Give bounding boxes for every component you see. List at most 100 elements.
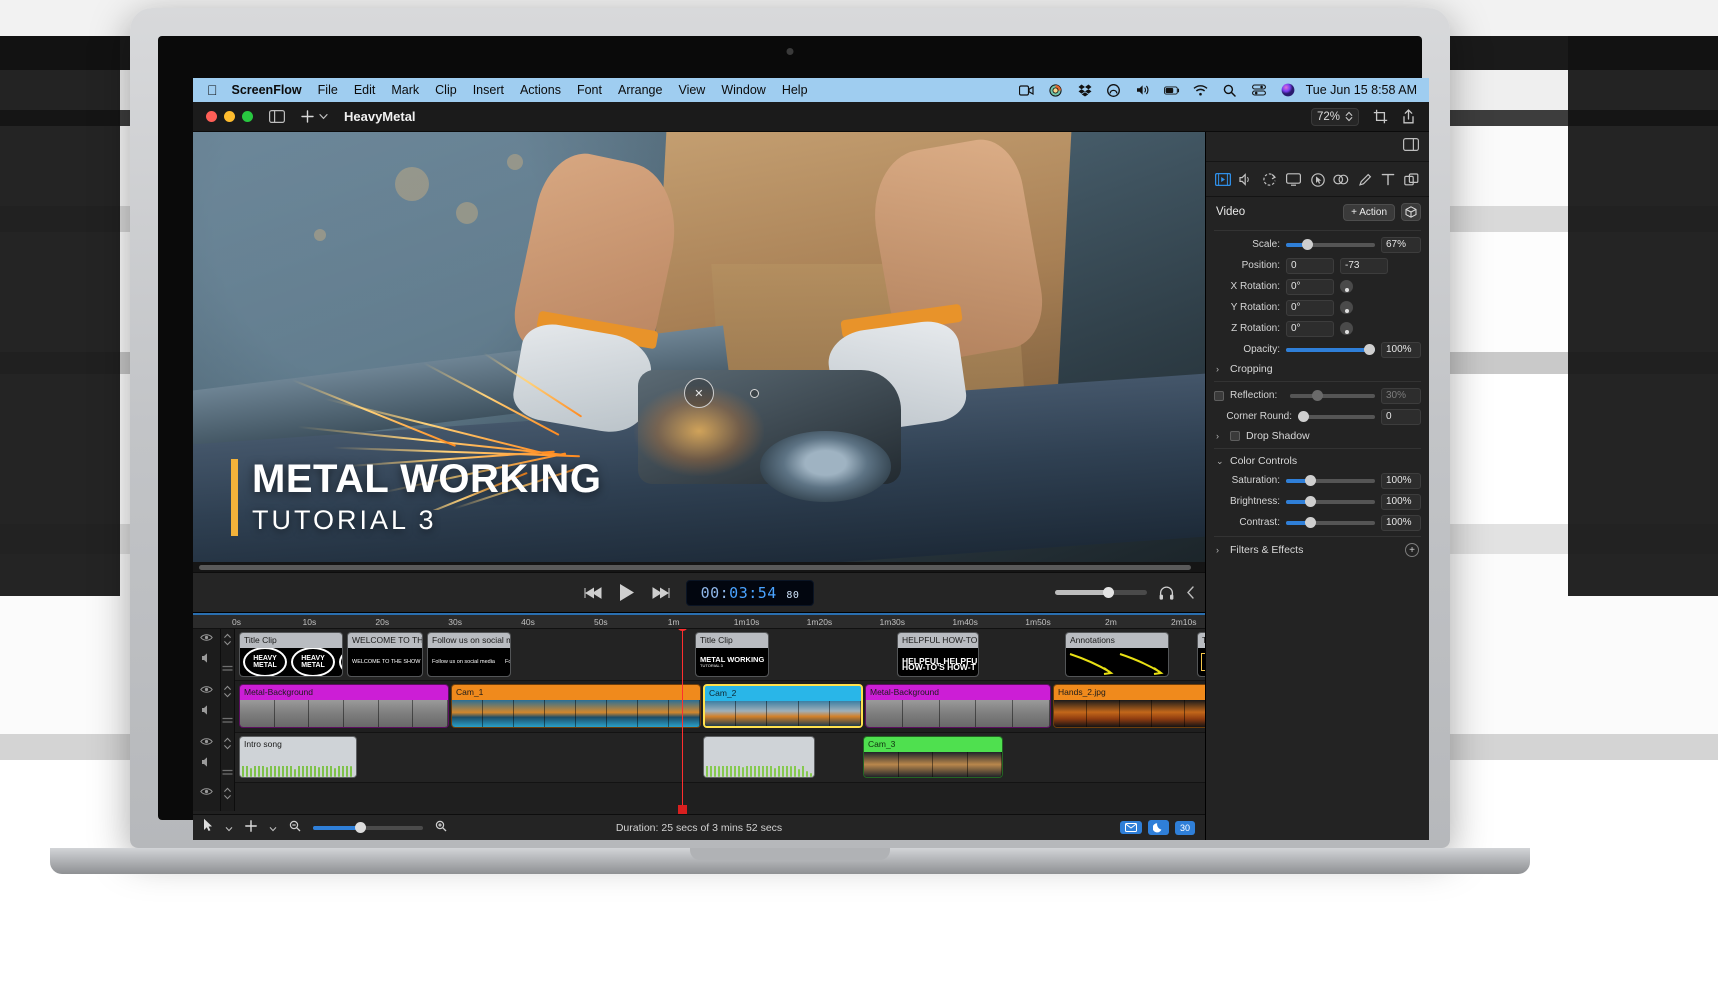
corner-round-slider[interactable] [1298,410,1375,422]
track-header[interactable] [193,733,221,783]
menu-item-font[interactable]: Font [577,83,602,97]
arrow-cursor-icon[interactable] [203,818,213,837]
plus-circle-icon[interactable]: + [1405,543,1419,557]
inspector-toggle-icon[interactable] [1403,137,1420,156]
audio-tab[interactable] [1236,169,1259,190]
title-lane[interactable]: Title Clip HEAVYMETAL HEAVYMETAL HEAVYME… [235,629,1205,681]
playhead[interactable] [677,629,688,814]
magnifier-plus-icon[interactable] [435,819,447,837]
clip-metal-background-2[interactable]: Metal-Background [865,684,1051,728]
track-controls[interactable] [221,629,235,681]
clip-audio-2[interactable] [703,736,815,778]
clip-count-badge[interactable]: 30 [1174,820,1195,835]
add-chevron-icon[interactable] [269,819,277,837]
drop-shadow-checkbox[interactable] [1230,431,1240,441]
cropping-section[interactable]: › Cropping [1206,360,1429,378]
contrast-value[interactable]: 100% [1381,514,1421,531]
cursor-tab[interactable] [1306,169,1329,190]
audio-lane[interactable]: Intro song Cam_3 [235,733,1205,783]
menu-item-help[interactable]: Help [782,83,808,97]
contrast-slider[interactable] [1286,516,1375,528]
y-rotation-knob[interactable] [1340,301,1353,314]
play-button[interactable] [618,583,636,602]
clip-intro-song[interactable]: Intro song [239,736,357,778]
menu-item-edit[interactable]: Edit [354,83,376,97]
menu-item-insert[interactable]: Insert [473,83,504,97]
maximize-button[interactable] [242,111,253,122]
pointer-chevron-icon[interactable] [225,819,233,837]
clip-follow-social[interactable]: Follow us on social m Follow us on socia… [427,632,511,677]
corner-round-value[interactable]: 0 [1381,408,1421,425]
window-controls[interactable] [193,111,253,122]
filters-effects-section[interactable]: › Filters & Effects + [1206,540,1429,560]
media-tab[interactable] [1401,169,1424,190]
screen-tab[interactable] [1283,169,1306,190]
z-rotation-knob[interactable] [1340,322,1353,335]
clip-hands-2[interactable]: Hands_2.jpg [1053,684,1205,728]
reflection-checkbox[interactable] [1214,390,1224,401]
time-machine-icon[interactable] [1048,83,1064,97]
position-x-field[interactable]: 0 [1286,257,1334,274]
creative-cloud-icon[interactable] [1106,83,1122,97]
touch-callout-tab[interactable] [1330,169,1353,190]
timeline-ruler[interactable]: 0s 10s 20s 30s 40s 50s 1m 1m10s 1m20s 1m… [193,613,1205,629]
x-rotation-knob[interactable] [1340,280,1353,293]
magnifier-minus-icon[interactable] [289,819,301,837]
move-handle-icon[interactable]: ✕ [683,378,714,409]
rotate-handle-icon[interactable] [749,389,759,399]
share-icon[interactable] [1402,109,1415,124]
video-tab[interactable] [1212,169,1235,190]
video-lane[interactable]: Metal-Background Cam_1 Cam_2 Metal-Backg… [235,681,1205,733]
brightness-value[interactable]: 100% [1381,493,1421,510]
brightness-slider[interactable] [1286,495,1375,507]
track-controls[interactable] [221,733,235,783]
preview-canvas[interactable]: ✕ METAL WORKING TUTORIAL 3 [193,132,1205,572]
clip-cam-2[interactable]: Cam_2 [703,684,863,728]
sidebar-toggle-icon[interactable] [269,110,285,123]
control-center-icon[interactable] [1251,83,1267,97]
crop-icon[interactable] [1373,109,1388,124]
dropbox-icon[interactable] [1077,83,1093,97]
add-action-button[interactable]: + Action [1343,203,1395,221]
track-header[interactable] [193,629,221,681]
search-icon[interactable] [1222,83,1238,97]
clip-title-tools[interactable]: Title Clip TOOLSOF THE TRADE TOOLSOF THE… [1197,632,1205,677]
canvas-scrollbar[interactable] [193,562,1205,572]
add-clip-button[interactable] [301,110,314,123]
track-controls[interactable] [221,681,235,733]
annotations-tab[interactable] [1353,169,1376,190]
siri-icon[interactable] [1280,83,1296,97]
apple-logo-icon[interactable]:  [207,83,218,97]
clip-metal-background-1[interactable]: Metal-Background [239,684,449,728]
z-rotation-field[interactable]: 0° [1286,320,1334,337]
timecode-display[interactable]: 00:03:54 80 [685,579,815,606]
motion-tab[interactable] [1259,169,1282,190]
scale-slider[interactable] [1286,238,1375,250]
battery-icon[interactable] [1163,83,1180,97]
screen-record-icon[interactable] [1019,83,1035,97]
clip-title-metal-working[interactable]: Title Clip METAL WORKINGTUTORIAL 3 METAL… [695,632,769,677]
collapse-panel-icon[interactable] [1186,586,1195,599]
opacity-value[interactable]: 100% [1381,341,1421,358]
menu-item-file[interactable]: File [318,83,338,97]
add-track-icon[interactable] [245,819,257,837]
y-rotation-field[interactable]: 0° [1286,299,1334,316]
skip-forward-icon[interactable] [652,586,670,599]
clip-cam-1[interactable]: Cam_1 [451,684,701,728]
drop-shadow-section[interactable]: › Drop Shadow [1206,427,1429,445]
menu-item-view[interactable]: View [678,83,705,97]
chevron-down-icon[interactable] [319,113,328,120]
track-header[interactable] [193,783,221,811]
clip-welcome[interactable]: WELCOME TO THE WELCOME TO THE SHOW WELCO… [347,632,423,677]
clip-annotations[interactable]: Annotations [1065,632,1169,677]
clip-title-1[interactable]: Title Clip HEAVYMETAL HEAVYMETAL HEAVYME… [239,632,343,677]
menu-item-actions[interactable]: Actions [520,83,561,97]
menu-item-arrange[interactable]: Arrange [618,83,662,97]
headphones-icon[interactable] [1159,585,1174,600]
text-tab[interactable] [1377,169,1400,190]
menu-item-window[interactable]: Window [721,83,765,97]
close-button[interactable] [206,111,217,122]
wifi-icon[interactable] [1193,83,1209,97]
menu-item-mark[interactable]: Mark [391,83,419,97]
track-controls[interactable] [221,783,235,811]
